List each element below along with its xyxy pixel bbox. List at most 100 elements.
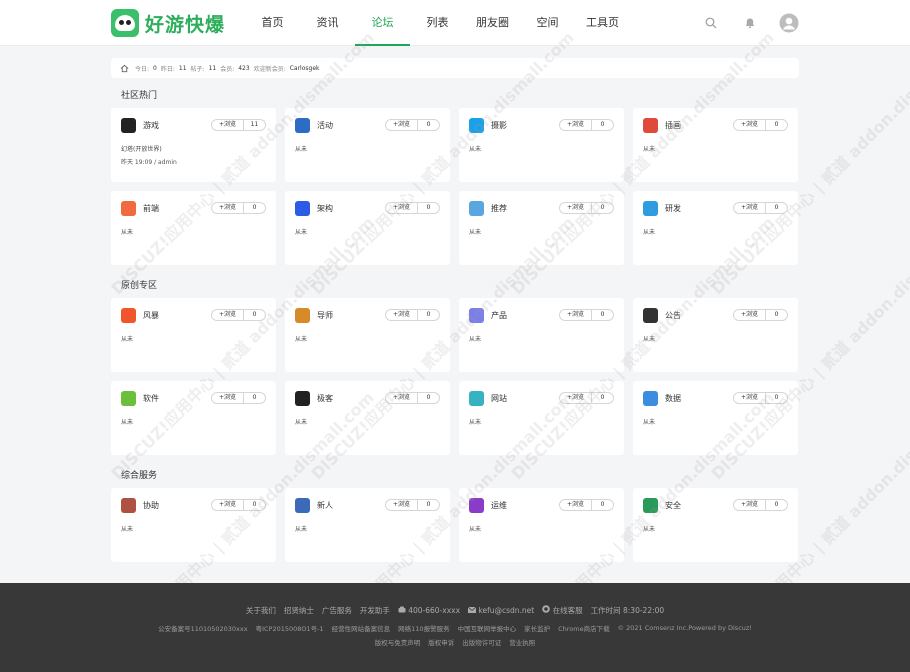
follow-button[interactable]: +浏览 0 (733, 499, 788, 511)
nav-item[interactable]: 资讯 (300, 0, 355, 46)
forum-name[interactable]: 运维 (491, 500, 507, 511)
footer-legal-link[interactable]: © 2021 Comsenz Inc.Powered by Discuz! (618, 624, 752, 632)
footer-license-link[interactable]: 出版物许可证 (462, 637, 501, 647)
footer-service[interactable]: 在线客服 (542, 605, 583, 616)
forum-card[interactable]: 软件 +浏览 0 从未 (111, 381, 276, 455)
home-icon[interactable] (120, 64, 129, 73)
forum-card[interactable]: 协助 +浏览 0 从未 (111, 488, 276, 562)
footer-license-link[interactable]: 版权申诉 (428, 637, 454, 647)
forum-card[interactable]: 新人 +浏览 0 从未 (285, 488, 450, 562)
search-icon[interactable] (701, 13, 721, 33)
forum-card[interactable]: 风暴 +浏览 0 从未 (111, 298, 276, 372)
forum-card[interactable]: 活动 +浏览 0 从未 (285, 108, 450, 182)
forum-icon[interactable] (295, 118, 310, 133)
footer-license-link[interactable]: 营业执照 (509, 637, 535, 647)
forum-name[interactable]: 产品 (491, 310, 507, 321)
forum-icon[interactable] (643, 201, 658, 216)
forum-card[interactable]: 游戏 +浏览 11 幻塔(开放世界) 昨天 19:09 / admin (111, 108, 276, 182)
nav-item[interactable]: 空间 (520, 0, 575, 46)
follow-button[interactable]: +浏览 0 (211, 392, 266, 404)
follow-button[interactable]: +浏览 0 (385, 119, 440, 131)
follow-button[interactable]: +浏览 0 (559, 202, 614, 214)
forum-icon[interactable] (121, 391, 136, 406)
avatar[interactable] (779, 13, 799, 33)
forum-name[interactable]: 风暴 (143, 310, 159, 321)
forum-icon[interactable] (469, 118, 484, 133)
forum-icon[interactable] (295, 308, 310, 323)
forum-card[interactable]: 运维 +浏览 0 从未 (459, 488, 624, 562)
newest-member-link[interactable]: Carlosgek (290, 65, 320, 72)
follow-button[interactable]: +浏览 0 (559, 392, 614, 404)
follow-button[interactable]: +浏览 0 (559, 309, 614, 321)
forum-card[interactable]: 极客 +浏览 0 从未 (285, 381, 450, 455)
follow-button[interactable]: +浏览 0 (733, 119, 788, 131)
footer-link-ads[interactable]: 广告服务 (322, 605, 352, 616)
forum-name[interactable]: 安全 (665, 500, 681, 511)
forum-name[interactable]: 协助 (143, 500, 159, 511)
forum-name[interactable]: 前端 (143, 203, 159, 214)
follow-button[interactable]: +浏览 0 (385, 202, 440, 214)
forum-name[interactable]: 推荐 (491, 203, 507, 214)
forum-name[interactable]: 活动 (317, 120, 333, 131)
forum-name[interactable]: 插画 (665, 120, 681, 131)
forum-icon[interactable] (643, 391, 658, 406)
footer-license-link[interactable]: 版权与免责声明 (375, 637, 421, 647)
follow-button[interactable]: +浏览 0 (559, 119, 614, 131)
latest-thread-link[interactable]: 幻塔(开放世界) (121, 144, 162, 153)
follow-button[interactable]: +浏览 0 (211, 202, 266, 214)
footer-legal-link[interactable]: 中国互联网举报中心 (458, 623, 517, 633)
nav-item[interactable]: 论坛 (355, 0, 410, 46)
footer-legal-link[interactable]: 经营性网站备案信息 (332, 623, 391, 633)
forum-icon[interactable] (469, 391, 484, 406)
follow-button[interactable]: +浏览 0 (211, 309, 266, 321)
forum-icon[interactable] (469, 308, 484, 323)
forum-name[interactable]: 架构 (317, 203, 333, 214)
follow-button[interactable]: +浏览 11 (211, 119, 266, 131)
forum-name[interactable]: 软件 (143, 393, 159, 404)
forum-icon[interactable] (121, 201, 136, 216)
follow-button[interactable]: +浏览 0 (211, 499, 266, 511)
forum-card[interactable]: 研发 +浏览 0 从未 (633, 191, 798, 265)
forum-name[interactable]: 网站 (491, 393, 507, 404)
forum-icon[interactable] (121, 498, 136, 513)
footer-legal-link[interactable]: Chrome商店下载 (558, 623, 610, 633)
footer-legal-link[interactable]: 网络110报警服务 (398, 623, 449, 633)
forum-icon[interactable] (121, 118, 136, 133)
nav-item[interactable]: 列表 (410, 0, 465, 46)
forum-card[interactable]: 插画 +浏览 0 从未 (633, 108, 798, 182)
bell-icon[interactable] (740, 13, 760, 33)
footer-link-jobs[interactable]: 招贤纳士 (284, 605, 314, 616)
forum-icon[interactable] (643, 498, 658, 513)
forum-icon[interactable] (643, 118, 658, 133)
forum-icon[interactable] (295, 498, 310, 513)
follow-button[interactable]: +浏览 0 (559, 499, 614, 511)
forum-name[interactable]: 导师 (317, 310, 333, 321)
forum-icon[interactable] (121, 308, 136, 323)
forum-card[interactable]: 推荐 +浏览 0 从未 (459, 191, 624, 265)
follow-button[interactable]: +浏览 0 (385, 309, 440, 321)
forum-name[interactable]: 摄影 (491, 120, 507, 131)
follow-button[interactable]: +浏览 0 (733, 309, 788, 321)
forum-card[interactable]: 摄影 +浏览 0 从未 (459, 108, 624, 182)
forum-name[interactable]: 新人 (317, 500, 333, 511)
follow-button[interactable]: +浏览 0 (385, 499, 440, 511)
nav-item[interactable]: 工具页 (575, 0, 630, 46)
footer-email[interactable]: kefu@csdn.net (467, 606, 534, 615)
footer-phone[interactable]: 400-660-xxxx (398, 606, 460, 615)
forum-name[interactable]: 极客 (317, 393, 333, 404)
forum-name[interactable]: 数据 (665, 393, 681, 404)
forum-icon[interactable] (295, 201, 310, 216)
forum-card[interactable]: 产品 +浏览 0 从未 (459, 298, 624, 372)
forum-card[interactable]: 数据 +浏览 0 从未 (633, 381, 798, 455)
forum-card[interactable]: 安全 +浏览 0 从未 (633, 488, 798, 562)
follow-button[interactable]: +浏览 0 (733, 202, 788, 214)
forum-name[interactable]: 研发 (665, 203, 681, 214)
forum-card[interactable]: 网站 +浏览 0 从未 (459, 381, 624, 455)
forum-icon[interactable] (469, 498, 484, 513)
nav-item[interactable]: 朋友圈 (465, 0, 520, 46)
forum-card[interactable]: 架构 +浏览 0 从未 (285, 191, 450, 265)
forum-icon[interactable] (295, 391, 310, 406)
footer-legal-link[interactable]: 粤ICP2015008O1号-1 (256, 623, 324, 633)
forum-icon[interactable] (469, 201, 484, 216)
nav-item[interactable]: 首页 (245, 0, 300, 46)
